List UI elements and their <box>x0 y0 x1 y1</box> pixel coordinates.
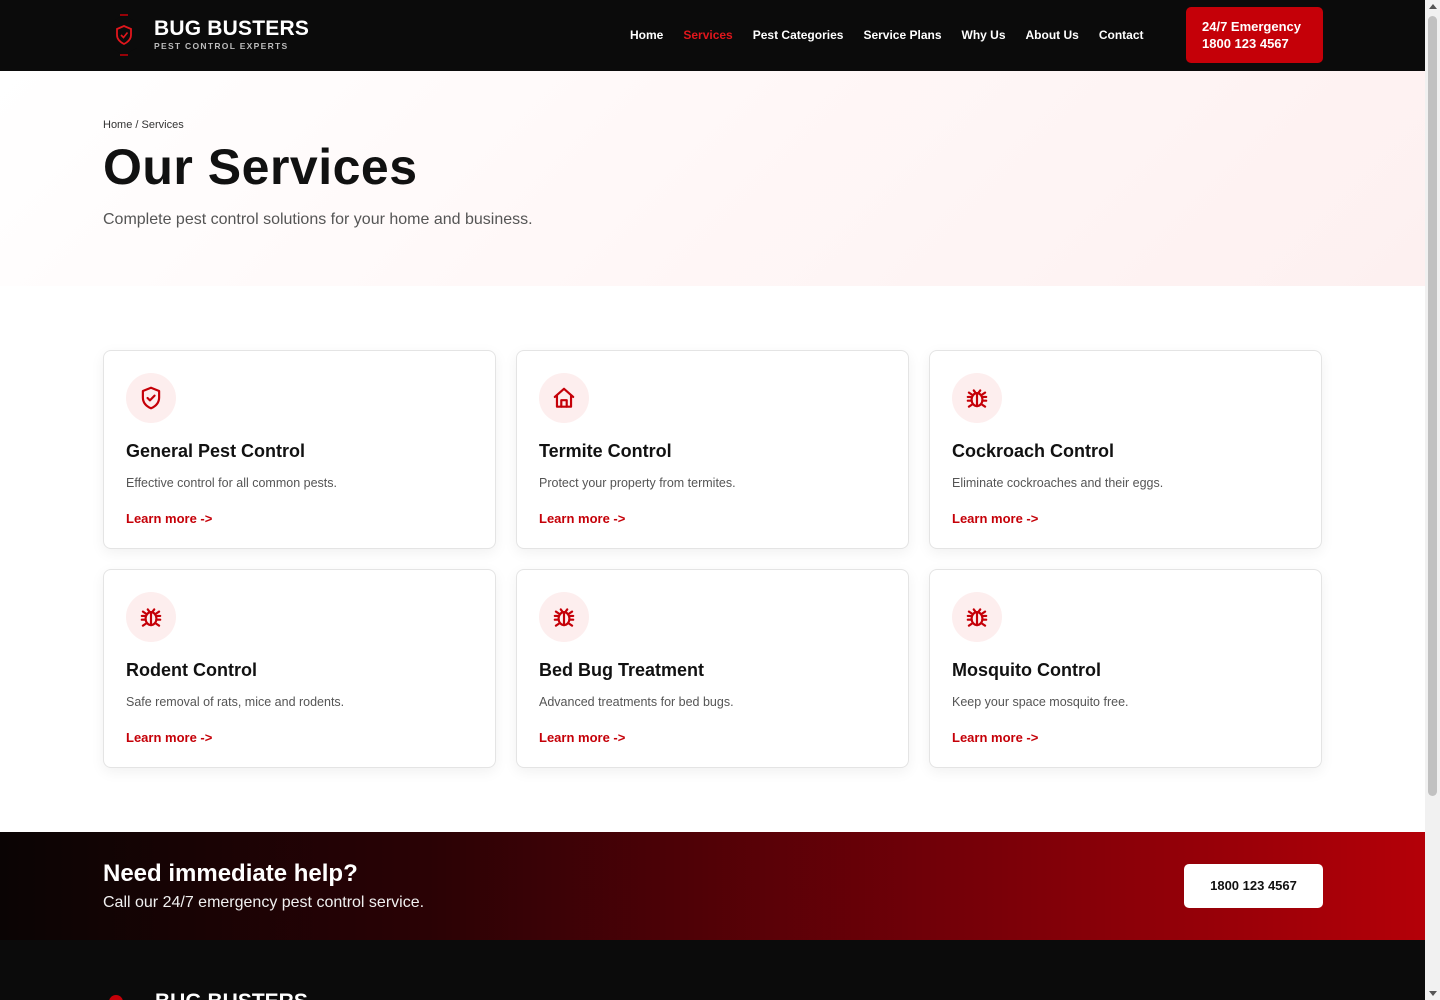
scroll-down-arrow-icon[interactable] <box>1429 991 1437 996</box>
home-icon <box>539 373 589 423</box>
main-nav: Home Services Pest Categories Service Pl… <box>630 28 1164 42</box>
scroll-up-arrow-icon[interactable] <box>1429 4 1437 9</box>
footer-column-heading-contact <box>1117 992 1197 1000</box>
emergency-phone: 1800 123 4567 <box>1202 36 1289 51</box>
service-card-mosquito[interactable]: Mosquito Control Keep your space mosquit… <box>929 569 1322 768</box>
brand-logo[interactable]: BUG BUSTERS PEST CONTROL EXPERTS <box>109 14 309 56</box>
scrollbar-thumb[interactable] <box>1428 16 1437 796</box>
service-card-general-pest[interactable]: General Pest Control Effective control f… <box>103 350 496 549</box>
learn-more-link[interactable]: Learn more -> <box>539 511 625 526</box>
service-title: Termite Control <box>539 441 672 461</box>
nav-about-us[interactable]: About Us <box>1026 28 1079 42</box>
shield-logo-icon <box>109 995 123 1000</box>
footer-brand-name: BUG BUSTERS <box>155 990 308 1000</box>
service-title: General Pest Control <box>126 441 306 461</box>
cta-title: Need immediate help? <box>103 860 358 887</box>
footer-column-heading-quick-links <box>442 992 522 1000</box>
learn-more-link[interactable]: Learn more -> <box>126 730 212 745</box>
site-footer: BUG BUSTERS <box>0 940 1425 1000</box>
brand-name: BUG BUSTERS <box>154 17 310 40</box>
bug-icon <box>952 592 1002 642</box>
service-card-rodent[interactable]: Rodent Control Safe removal of rats, mic… <box>103 569 496 768</box>
nav-pest-categories[interactable]: Pest Categories <box>753 28 844 42</box>
bug-icon <box>539 592 589 642</box>
learn-more-link[interactable]: Learn more -> <box>126 511 212 526</box>
shield-check-icon <box>126 373 176 423</box>
learn-more-link[interactable]: Learn more -> <box>952 730 1038 745</box>
service-title: Cockroach Control <box>952 441 1115 461</box>
bug-icon <box>126 592 176 642</box>
service-description: Safe removal of rats, mice and rodents. <box>126 695 345 709</box>
learn-more-link[interactable]: Learn more -> <box>539 730 625 745</box>
cta-subtitle: Call our 24/7 emergency pest control ser… <box>103 894 425 911</box>
site-header: BUG BUSTERS PEST CONTROL EXPERTS Home Se… <box>0 0 1425 71</box>
page-subtitle: Complete pest control solutions for your… <box>103 211 533 228</box>
service-description: Protect your property from termites. <box>539 476 736 490</box>
bug-icon <box>952 373 1002 423</box>
service-card-termite[interactable]: Termite Control Protect your property fr… <box>516 350 909 549</box>
shield-logo-icon <box>109 14 139 56</box>
emergency-call-button[interactable]: 24/7 Emergency 1800 123 4567 <box>1186 7 1323 63</box>
vertical-scrollbar[interactable] <box>1425 0 1440 1000</box>
service-description: Eliminate cockroaches and their eggs. <box>952 476 1164 490</box>
emergency-label: 24/7 Emergency <box>1202 19 1302 34</box>
service-description: Advanced treatments for bed bugs. <box>539 695 734 709</box>
footer-column-heading-services <box>667 992 747 1000</box>
nav-service-plans[interactable]: Service Plans <box>863 28 941 42</box>
brand-tagline: PEST CONTROL EXPERTS <box>154 41 289 51</box>
emergency-cta-banner: Need immediate help? Call our 24/7 emerg… <box>0 832 1425 940</box>
page-title: Our Services <box>103 139 418 195</box>
service-description: Keep your space mosquito free. <box>952 695 1129 709</box>
cta-phone-button[interactable]: 1800 123 4567 <box>1184 864 1323 908</box>
learn-more-link[interactable]: Learn more -> <box>952 511 1038 526</box>
page-hero: Home / Services Our Services Complete pe… <box>0 71 1425 286</box>
service-description: Effective control for all common pests. <box>126 476 337 490</box>
footer-column-heading-support <box>892 992 952 1000</box>
nav-contact[interactable]: Contact <box>1099 28 1144 42</box>
service-card-cockroach[interactable]: Cockroach Control Eliminate cockroaches … <box>929 350 1322 549</box>
nav-why-us[interactable]: Why Us <box>962 28 1006 42</box>
breadcrumb[interactable]: Home / Services <box>103 119 184 131</box>
service-title: Mosquito Control <box>952 660 1101 680</box>
service-card-bed-bug[interactable]: Bed Bug Treatment Advanced treatments fo… <box>516 569 909 768</box>
service-title: Bed Bug Treatment <box>539 660 705 680</box>
nav-home[interactable]: Home <box>630 28 663 42</box>
nav-services[interactable]: Services <box>683 28 732 42</box>
footer-logo[interactable]: BUG BUSTERS <box>109 990 308 1000</box>
service-title: Rodent Control <box>126 660 257 680</box>
